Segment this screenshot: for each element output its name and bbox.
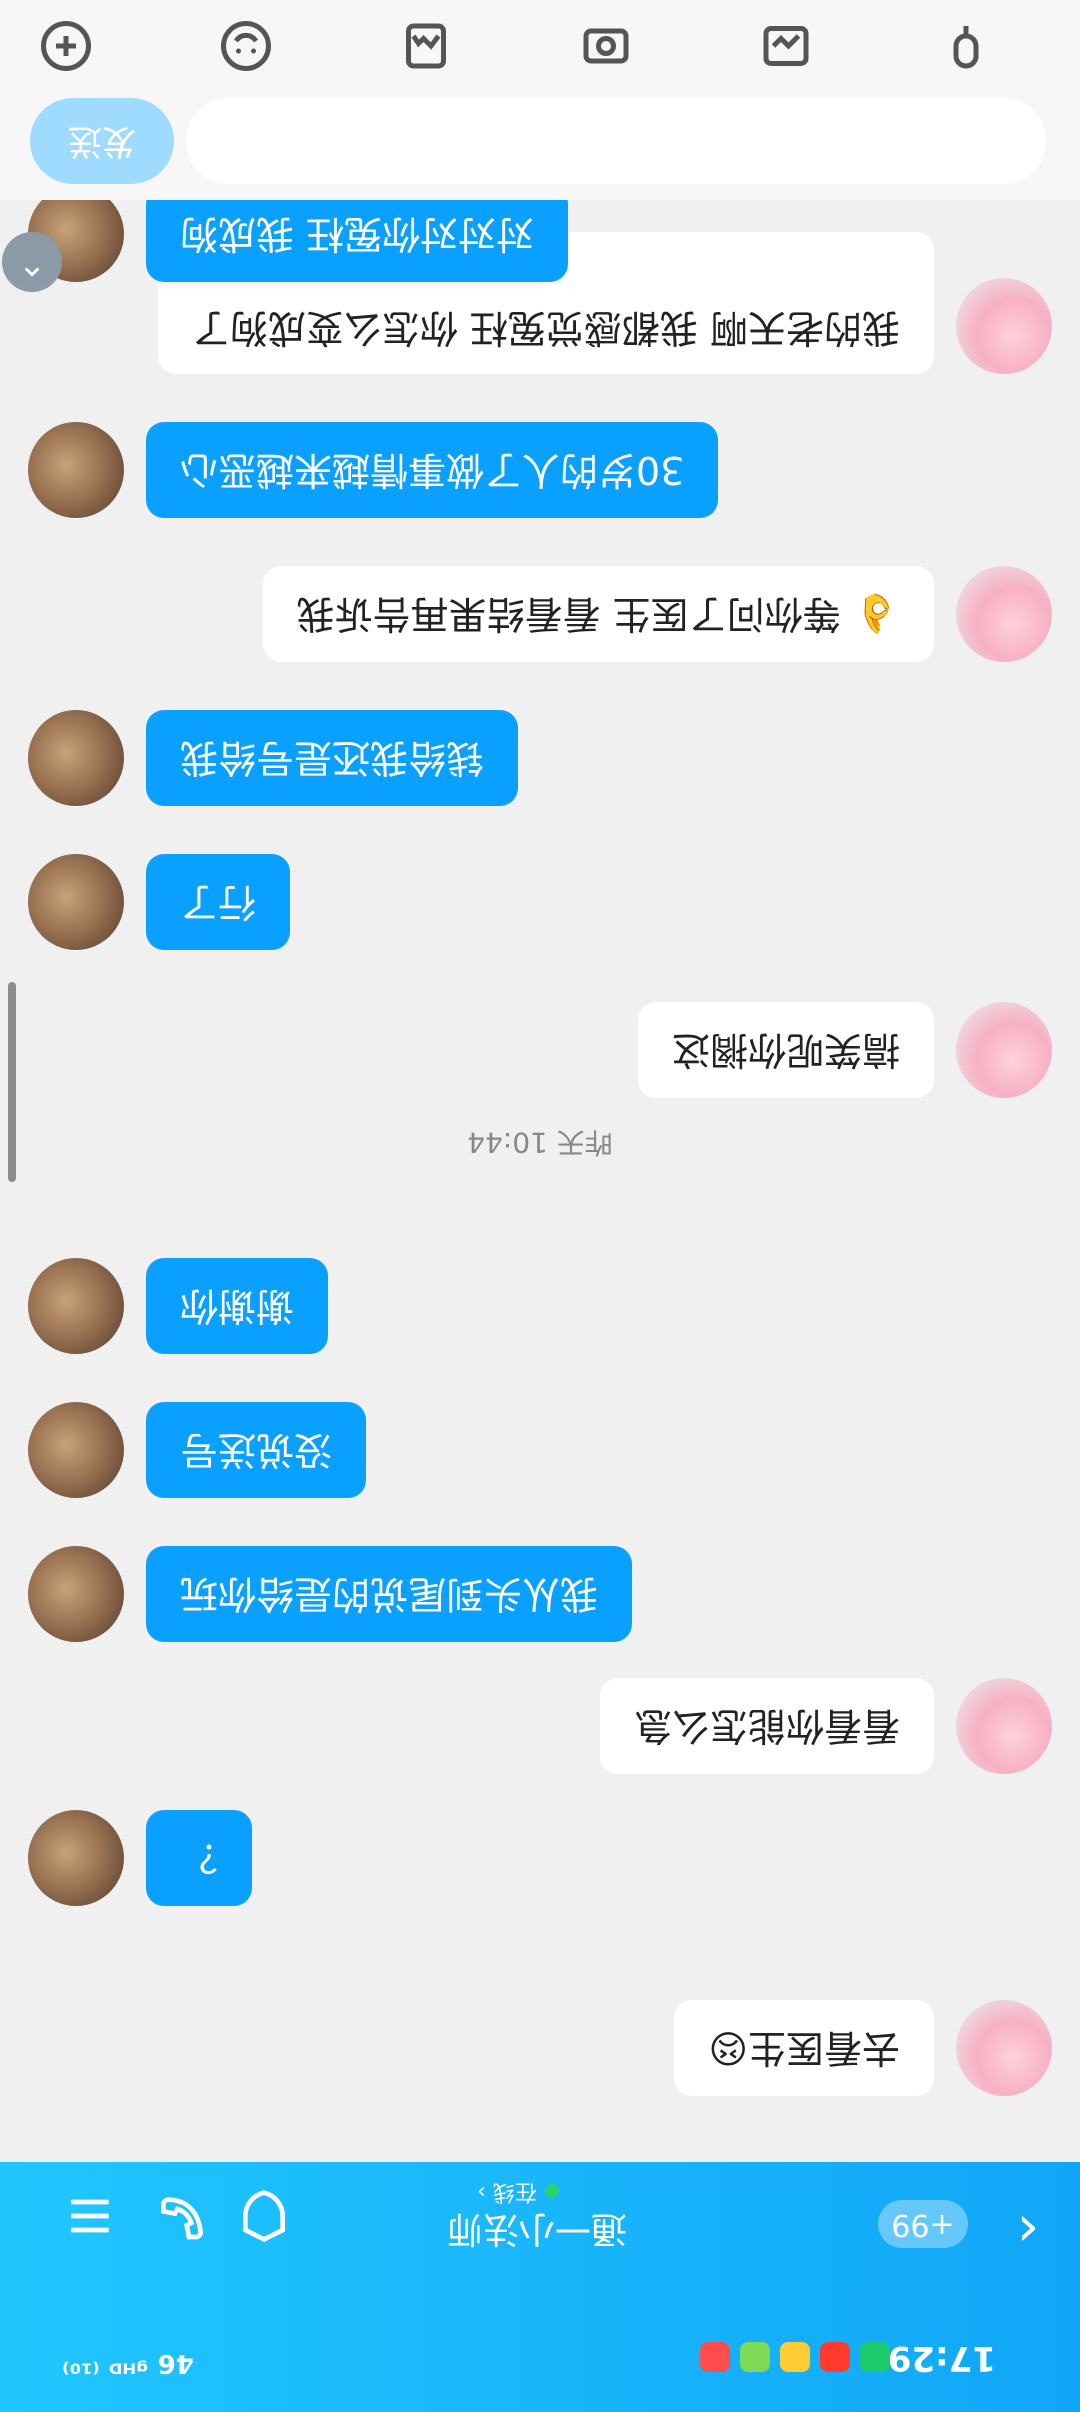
message-bubble[interactable]: 对对对你冤枉 我成狗 <box>146 186 569 282</box>
menu-icon <box>71 2199 109 2233</box>
status-time: 17:29 <box>887 2338 996 2378</box>
message-bubble[interactable]: 谢谢你 <box>146 1258 329 1354</box>
image-button[interactable] <box>396 16 456 76</box>
avatar-contact[interactable] <box>28 1258 124 1354</box>
phone-icon <box>161 2197 204 2240</box>
send-button[interactable]: 发送 <box>30 98 174 184</box>
input-bar: 发送 <box>0 0 1080 200</box>
message-bubble[interactable]: 30岁的人了做事情越来越恶心 <box>146 422 719 518</box>
status-bar: 17:29 46 ᵍᴴᴰ ⁽¹⁰⁾ <box>0 2292 1080 2412</box>
shield-button[interactable] <box>236 2188 292 2244</box>
scroll-up-button[interactable]: ⌃ <box>2 232 62 292</box>
shield-icon <box>243 2190 285 2242</box>
avatar-contact[interactable] <box>28 1402 124 1498</box>
photo-camera-icon <box>583 28 629 64</box>
image-edit-button[interactable] <box>756 16 816 76</box>
notification-icon <box>700 2342 730 2372</box>
chat-header: ‹ +99 通一小法师 在线 › <box>0 2162 1080 2292</box>
message-row: 看看你能怎么急 <box>0 1674 1080 1774</box>
online-status[interactable]: 在线 › <box>438 2178 598 2210</box>
message-bubble[interactable]: 我从头到尾说的是给你玩 <box>146 1546 633 1642</box>
avatar-self[interactable] <box>956 1002 1052 1098</box>
chat-screen: 17:29 46 ᵍᴴᴰ ⁽¹⁰⁾ ‹ +99 通一小法师 在线 › 去看医生😣… <box>0 0 1080 2412</box>
message-input[interactable] <box>186 98 1046 184</box>
message-row: 没说送号 <box>0 1398 1080 1498</box>
message-bubble[interactable]: 钱给我还是号给我 <box>146 710 519 806</box>
notification-icon <box>780 2342 810 2372</box>
message-row: ？ <box>0 1806 1080 1906</box>
notification-icon <box>740 2342 770 2372</box>
mic-icon <box>953 26 979 69</box>
message-bubble[interactable]: 去看医生😣 <box>674 2000 934 2096</box>
chevron-left-icon: ‹ <box>1016 2198 1040 2263</box>
camera-button[interactable] <box>576 16 636 76</box>
message-row: 去看医生😣 <box>0 1996 1080 2096</box>
message-bubble[interactable]: 行了 <box>146 854 291 950</box>
avatar-contact[interactable] <box>28 422 124 518</box>
avatar-self[interactable] <box>956 1678 1052 1774</box>
image-icon <box>406 23 446 69</box>
message-row: 我的老天啊 我都感觉冤枉 你怎么变成狗了 <box>0 232 1080 374</box>
contact-name[interactable]: 通一小法师 <box>412 2206 662 2258</box>
message-bubble[interactable]: 👌 等你问了医生 看看结果再告诉我 <box>262 566 934 662</box>
emoji-button[interactable] <box>216 16 276 76</box>
message-row: 搞笑呢你搁这 <box>0 998 1080 1098</box>
message-row: 谢谢你 <box>0 1254 1080 1354</box>
plus-button[interactable] <box>36 16 96 76</box>
scrollbar[interactable] <box>8 982 16 1182</box>
chevron-up-icon: ⌃ <box>17 242 47 282</box>
voice-button[interactable] <box>936 16 996 76</box>
message-bubble[interactable]: 搞笑呢你搁这 <box>637 1002 934 1098</box>
online-dot-icon <box>544 2184 559 2198</box>
plus-icon <box>41 21 91 71</box>
avatar-contact[interactable] <box>28 1546 124 1642</box>
call-button[interactable] <box>154 2188 210 2244</box>
avatar-self[interactable] <box>956 566 1052 662</box>
message-row: 30岁的人了做事情越来越恶心 <box>0 418 1080 518</box>
message-row: 我从头到尾说的是给你玩 <box>0 1542 1080 1642</box>
back-button[interactable]: ‹ <box>998 2198 1058 2263</box>
message-bubble[interactable]: 看看你能怎么急 <box>599 1678 934 1774</box>
notification-icon <box>860 2342 890 2372</box>
avatar-contact[interactable] <box>28 1810 124 1906</box>
message-row: 👌 等你问了医生 看看结果再告诉我 <box>0 562 1080 662</box>
notification-icon <box>820 2342 850 2372</box>
avatar-self[interactable] <box>956 278 1052 374</box>
avatar-contact[interactable] <box>28 710 124 806</box>
message-bubble[interactable]: ？ <box>146 1810 253 1906</box>
notification-icons <box>700 2342 890 2372</box>
unread-badge[interactable]: +99 <box>878 2200 968 2248</box>
emoji-icon <box>221 21 271 71</box>
timestamp: 昨天 10:44 <box>467 1126 613 1159</box>
image-edit-icon <box>763 26 809 66</box>
menu-button[interactable] <box>62 2188 118 2244</box>
status-indicators: 46 ᵍᴴᴰ ⁽¹⁰⁾ <box>62 2348 194 2378</box>
message-row: 钱给我还是号给我 <box>0 706 1080 806</box>
message-row: 行了 <box>0 850 1080 950</box>
avatar-contact[interactable] <box>28 854 124 950</box>
avatar-self[interactable] <box>956 2000 1052 2096</box>
message-bubble[interactable]: 没说送号 <box>146 1402 367 1498</box>
